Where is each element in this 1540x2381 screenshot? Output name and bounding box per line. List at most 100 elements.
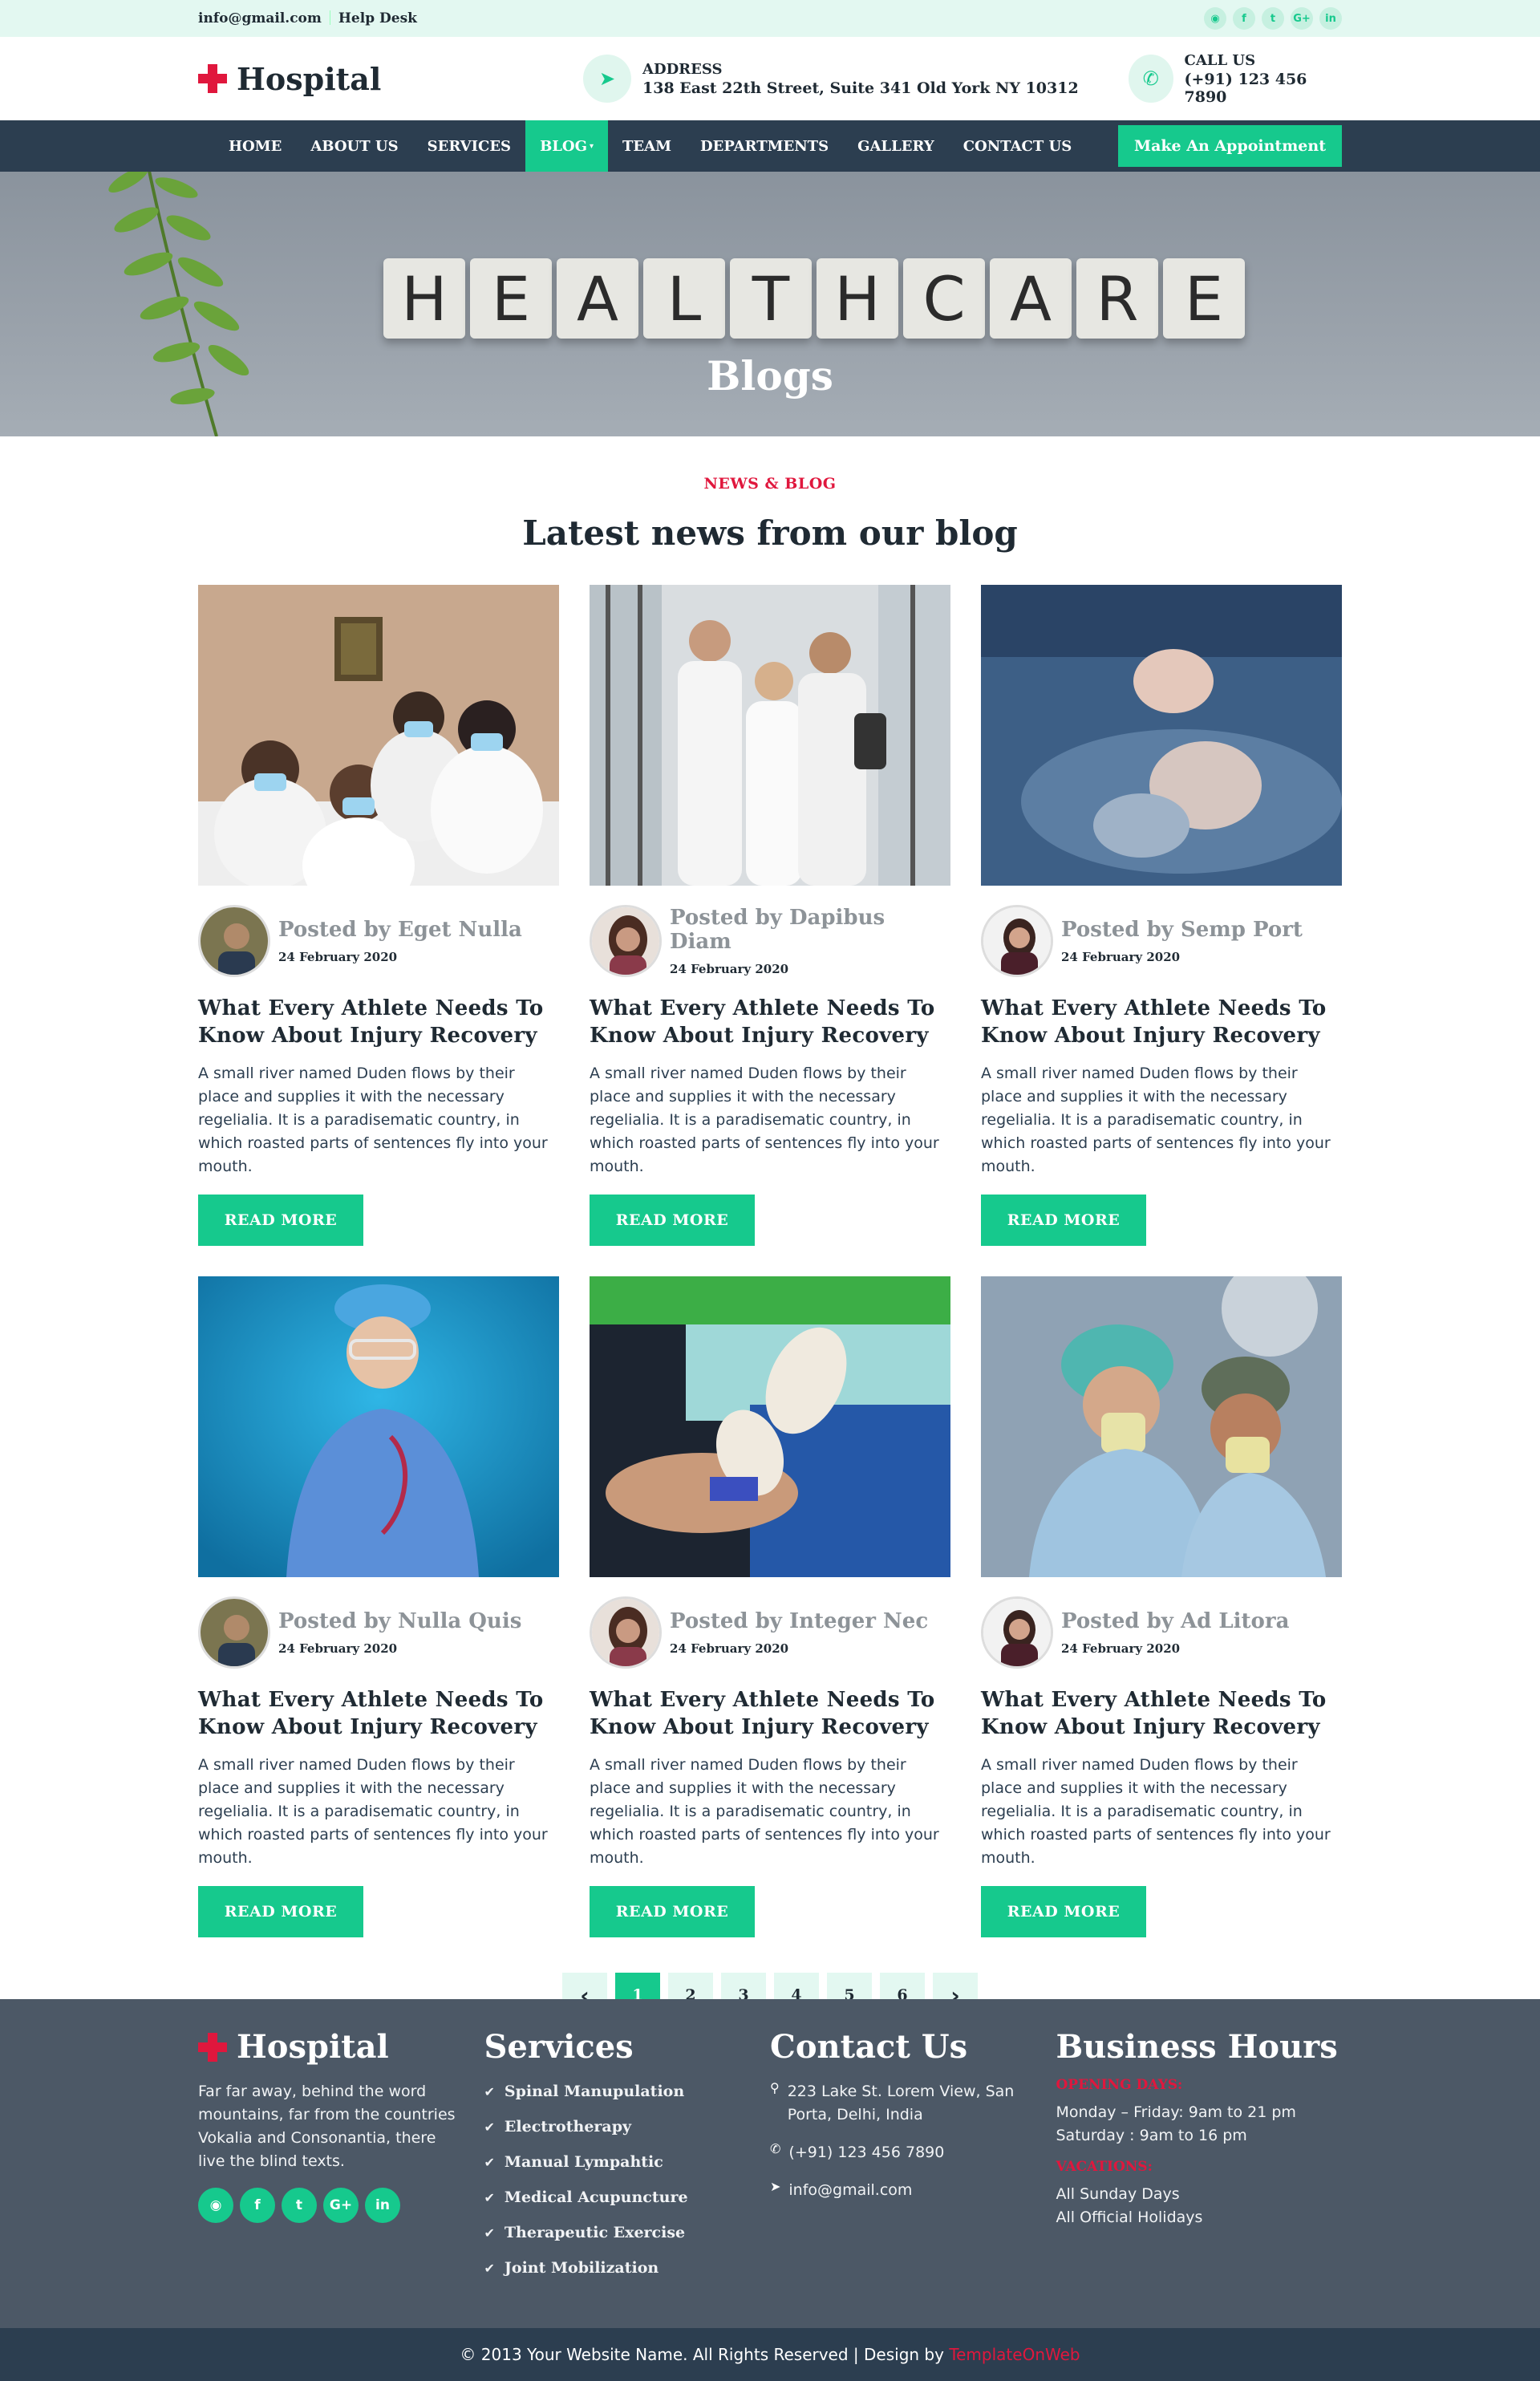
nav-item-team[interactable]: TEAM bbox=[608, 120, 686, 172]
post-title[interactable]: What Every Athlete Needs To Know About I… bbox=[198, 1686, 559, 1741]
post-excerpt: A small river named Duden flows by their… bbox=[198, 1065, 548, 1175]
send-icon: ➤ bbox=[770, 2179, 781, 2194]
blog-image[interactable] bbox=[981, 1276, 1342, 1577]
service-link[interactable]: Therapeutic Exercise bbox=[484, 2221, 771, 2245]
nav-item-home[interactable]: HOME bbox=[214, 120, 296, 172]
post-excerpt: A small river named Duden flows by their… bbox=[590, 1756, 939, 1867]
footer: Hospital Far far away, behind the word m… bbox=[0, 1999, 1540, 2328]
google-plus-icon[interactable]: G+ bbox=[323, 2188, 359, 2223]
blog-card: Posted by Nulla Quis 24 February 2020 Wh… bbox=[198, 1276, 559, 1937]
blog-image[interactable] bbox=[198, 1276, 559, 1577]
footer-email[interactable]: info@gmail.com bbox=[788, 2179, 912, 2202]
blog-card: Posted by Semp Port 24 February 2020 Wha… bbox=[981, 585, 1342, 1246]
top-social-links: ◉ f t G+ in bbox=[1204, 7, 1342, 30]
medical-cross-icon bbox=[198, 64, 227, 93]
twitter-icon[interactable]: t bbox=[282, 2188, 317, 2223]
read-more-button[interactable]: READ MORE bbox=[198, 1886, 363, 1937]
letter-tile: H bbox=[817, 258, 898, 339]
location-arrow-icon: ➤ bbox=[583, 55, 631, 103]
saturday-hours: Saturday : 9am to 16 pm bbox=[1056, 2127, 1247, 2144]
blog-card: Posted by Ad Litora 24 February 2020 Wha… bbox=[981, 1276, 1342, 1937]
author-name[interactable]: Posted by Ad Litora bbox=[1061, 1609, 1289, 1633]
blog-image[interactable] bbox=[981, 585, 1342, 886]
post-title[interactable]: What Every Athlete Needs To Know About I… bbox=[198, 995, 559, 1049]
letter-tile: C bbox=[903, 258, 985, 339]
linkedin-icon[interactable]: in bbox=[1319, 7, 1342, 30]
facebook-icon[interactable]: f bbox=[240, 2188, 275, 2223]
nav-item-blog[interactable]: BLOG ▾ bbox=[525, 120, 609, 172]
service-link[interactable]: Joint Mobilization bbox=[484, 2257, 771, 2280]
author-name[interactable]: Posted by Dapibus Diam bbox=[670, 906, 950, 954]
service-link[interactable]: Spinal Manupulation bbox=[484, 2080, 771, 2103]
call-block: ✆ CALL US (+91) 123 456 7890 bbox=[1129, 52, 1342, 106]
google-plus-icon[interactable]: G+ bbox=[1291, 7, 1313, 30]
blog-image[interactable] bbox=[590, 585, 950, 886]
section-title: Latest news from our blog bbox=[522, 513, 1018, 553]
phone-icon: ✆ bbox=[1129, 55, 1173, 103]
footer-hours-title: Business Hours bbox=[1056, 2028, 1338, 2066]
read-more-button[interactable]: READ MORE bbox=[981, 1886, 1146, 1937]
phone-icon: ✆ bbox=[770, 2141, 781, 2156]
service-link[interactable]: Electrotherapy bbox=[484, 2115, 771, 2139]
service-link[interactable]: Medical Acupuncture bbox=[484, 2186, 771, 2209]
address-value: 138 East 22th Street, Suite 341 Old York… bbox=[642, 79, 1079, 97]
footer-logo[interactable]: Hospital bbox=[198, 2028, 484, 2066]
site-logo[interactable]: Hospital bbox=[198, 61, 381, 97]
facebook-icon[interactable]: f bbox=[1233, 7, 1255, 30]
nav-item-blog-label: BLOG bbox=[540, 137, 587, 155]
help-desk-link[interactable]: Help Desk bbox=[338, 10, 417, 26]
top-contact: info@gmail.com Help Desk bbox=[198, 10, 417, 26]
nav-item-about[interactable]: ABOUT US bbox=[296, 120, 412, 172]
footer-about-text: Far far away, behind the word mountains,… bbox=[198, 2083, 456, 2170]
footer-phone[interactable]: (+91) 123 456 7890 bbox=[788, 2141, 944, 2164]
make-appointment-button[interactable]: Make An Appointment bbox=[1118, 125, 1342, 167]
top-email-link[interactable]: info@gmail.com bbox=[198, 10, 322, 26]
call-label: CALL US bbox=[1184, 51, 1256, 69]
rss-icon[interactable]: ◉ bbox=[1204, 7, 1226, 30]
weekday-hours: Monday – Friday: 9am to 21 pm bbox=[1056, 2103, 1296, 2121]
blog-image[interactable] bbox=[198, 585, 559, 886]
post-title[interactable]: What Every Athlete Needs To Know About I… bbox=[590, 995, 950, 1049]
author-name[interactable]: Posted by Eget Nulla bbox=[278, 918, 522, 942]
post-title[interactable]: What Every Athlete Needs To Know About I… bbox=[981, 1686, 1342, 1741]
nav-item-services[interactable]: SERVICES bbox=[413, 120, 525, 172]
footer-services: Services Spinal Manupulation Electrother… bbox=[484, 2028, 771, 2292]
post-date: 24 February 2020 bbox=[1061, 1641, 1181, 1656]
post-date: 24 February 2020 bbox=[278, 950, 398, 964]
author-avatar bbox=[198, 1596, 270, 1669]
post-title[interactable]: What Every Athlete Needs To Know About I… bbox=[590, 1686, 950, 1741]
header: Hospital ➤ ADDRESS 138 East 22th Street,… bbox=[0, 37, 1540, 120]
read-more-button[interactable]: READ MORE bbox=[590, 1195, 755, 1246]
footer-brand: Hospital Far far away, behind the word m… bbox=[198, 2028, 484, 2292]
post-date: 24 February 2020 bbox=[670, 1641, 789, 1656]
author-name[interactable]: Posted by Integer Nec bbox=[670, 1609, 928, 1633]
read-more-button[interactable]: READ MORE bbox=[981, 1195, 1146, 1246]
nav-item-contact[interactable]: CONTACT US bbox=[949, 120, 1087, 172]
blog-image[interactable] bbox=[590, 1276, 950, 1577]
author-name[interactable]: Posted by Nulla Quis bbox=[278, 1609, 521, 1633]
post-excerpt: A small river named Duden flows by their… bbox=[590, 1065, 939, 1175]
designer-link[interactable]: TemplateOnWeb bbox=[949, 2345, 1080, 2364]
call-value[interactable]: (+91) 123 456 7890 bbox=[1185, 71, 1342, 106]
footer-social-links: ◉ f t G+ in bbox=[198, 2188, 484, 2223]
opening-days-label: OPENING DAYS: bbox=[1056, 2077, 1183, 2093]
blog-grid: Posted by Eget Nulla 24 February 2020 Wh… bbox=[198, 585, 1342, 1937]
rss-icon[interactable]: ◉ bbox=[198, 2188, 233, 2223]
vacation-sundays: All Sunday Days bbox=[1056, 2185, 1180, 2203]
read-more-button[interactable]: READ MORE bbox=[590, 1886, 755, 1937]
nav-item-departments[interactable]: DEPARTMENTS bbox=[686, 120, 843, 172]
read-more-button[interactable]: READ MORE bbox=[198, 1195, 363, 1246]
vacation-holidays: All Official Holidays bbox=[1056, 2209, 1203, 2226]
post-title[interactable]: What Every Athlete Needs To Know About I… bbox=[981, 995, 1342, 1049]
letter-tile: H bbox=[383, 258, 465, 339]
twitter-icon[interactable]: t bbox=[1262, 7, 1284, 30]
service-link[interactable]: Manual Lympahtic bbox=[484, 2151, 771, 2174]
linkedin-icon[interactable]: in bbox=[365, 2188, 400, 2223]
author-avatar bbox=[981, 905, 1053, 977]
page-title: Blogs bbox=[707, 352, 833, 400]
letter-tile: T bbox=[730, 258, 812, 339]
author-name[interactable]: Posted by Semp Port bbox=[1061, 918, 1303, 942]
medical-cross-icon bbox=[198, 2032, 227, 2062]
nav-item-gallery[interactable]: GALLERY bbox=[843, 120, 949, 172]
address-label: ADDRESS bbox=[642, 60, 723, 78]
